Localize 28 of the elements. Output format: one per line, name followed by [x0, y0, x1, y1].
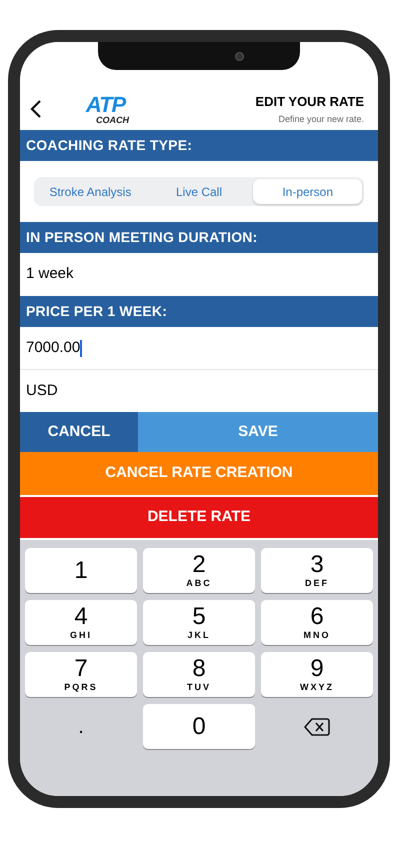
- page-title: EDIT YOUR RATE: [255, 92, 364, 110]
- logo: ATP COACH: [84, 94, 129, 124]
- segment-tab[interactable]: Stroke Analysis: [36, 179, 145, 204]
- keypad-key[interactable]: 9 WXYZ: [261, 652, 373, 697]
- keypad-key[interactable]: .: [25, 704, 137, 749]
- keypad-key[interactable]: 2 ABC: [143, 548, 255, 593]
- keypad-key[interactable]: 5 JKL: [143, 600, 255, 645]
- keypad-key[interactable]: 4 GHI: [25, 600, 137, 645]
- segment-tab[interactable]: Live Call: [144, 179, 254, 204]
- cancel-button[interactable]: CANCEL: [20, 412, 138, 452]
- camera-icon: [235, 52, 244, 60]
- page-subtitle: Define your new rate.: [278, 113, 364, 126]
- keypad-key[interactable]: 7 PQRS: [25, 652, 137, 697]
- keypad-key[interactable]: 6 MNO: [261, 600, 373, 645]
- section-header: PRICE PER 1 WEEK:: [20, 296, 378, 327]
- segment-tab[interactable]: In-person: [253, 179, 362, 204]
- keypad-key[interactable]: 1: [25, 548, 137, 593]
- keypad-key[interactable]: 3 DEF: [261, 548, 373, 593]
- delete-button[interactable]: DELETE RATE: [20, 497, 378, 538]
- currency-field[interactable]: USD: [20, 370, 378, 412]
- section-header: COACHING RATE TYPE:: [20, 130, 378, 161]
- keypad-key[interactable]: 8 TUV: [143, 652, 255, 697]
- backspace-icon[interactable]: [304, 716, 330, 736]
- price-field[interactable]: 7000.00: [20, 327, 378, 370]
- section-header: IN PERSON MEETING DURATION:: [20, 222, 378, 253]
- keypad-key[interactable]: 0: [143, 704, 255, 749]
- back-icon[interactable]: [30, 99, 42, 119]
- duration-field[interactable]: 1 week: [20, 253, 378, 296]
